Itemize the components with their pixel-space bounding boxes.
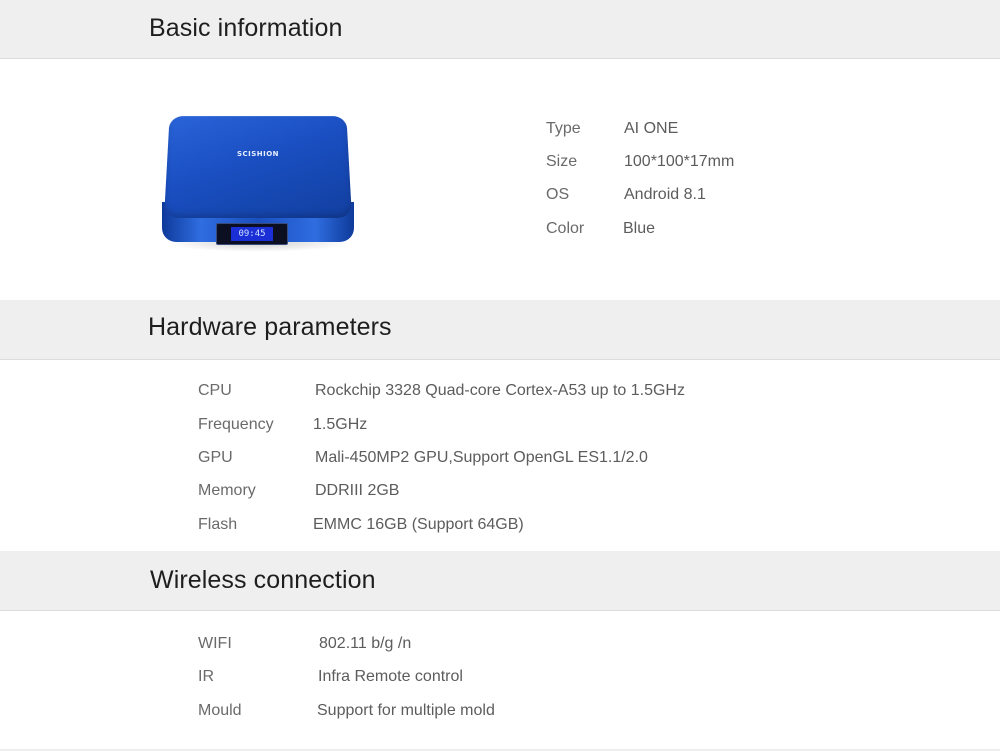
- spec-value: 100*100*17mm: [624, 153, 735, 170]
- device-display: 09:45: [216, 223, 288, 245]
- spec-value: Mali-450MP2 GPU,Support OpenGL ES1.1/2.0: [315, 449, 648, 466]
- spec-value: Blue: [623, 220, 656, 237]
- spec-value: Rockchip 3328 Quad-core Cortex-A53 up to…: [315, 382, 685, 399]
- spec-label: OS: [546, 186, 570, 203]
- spec-value: DDRIII 2GB: [315, 482, 400, 499]
- device-brand-logo: SCISHION: [236, 150, 280, 158]
- spec-label: Frequency: [198, 416, 274, 433]
- section-header-hardware: Hardware parameters: [0, 300, 1000, 360]
- spec-value: 802.11 b/g /n: [319, 635, 412, 652]
- spec-label: WIFI: [198, 635, 232, 652]
- spec-label: IR: [198, 668, 214, 685]
- spec-label: Flash: [198, 516, 238, 533]
- spec-label: GPU: [198, 449, 233, 466]
- spec-value: 1.5GHz: [313, 416, 368, 433]
- spec-value: Support for multiple mold: [317, 702, 495, 719]
- device-top: [164, 116, 352, 218]
- spec-label: Type: [546, 120, 581, 137]
- spec-value: AI ONE: [624, 120, 679, 137]
- spec-label: Color: [546, 220, 585, 237]
- product-image-tv-box: SCISHION 09:45: [160, 106, 356, 256]
- spec-value: EMMC 16GB (Support 64GB): [313, 516, 524, 533]
- spec-label: Size: [546, 153, 578, 170]
- spec-value: Infra Remote control: [318, 668, 463, 685]
- section-title: Hardware parameters: [148, 313, 392, 341]
- spec-label: Memory: [198, 482, 256, 499]
- section-title: Basic information: [149, 14, 343, 42]
- spec-label: CPU: [198, 382, 232, 399]
- device-clock: 09:45: [231, 227, 273, 241]
- spec-value: Android 8.1: [624, 186, 706, 203]
- section-header-basic: Basic information: [0, 0, 1000, 59]
- section-title: Wireless connection: [150, 566, 376, 594]
- spec-label: Mould: [198, 702, 242, 719]
- section-header-wireless: Wireless connection: [0, 551, 1000, 611]
